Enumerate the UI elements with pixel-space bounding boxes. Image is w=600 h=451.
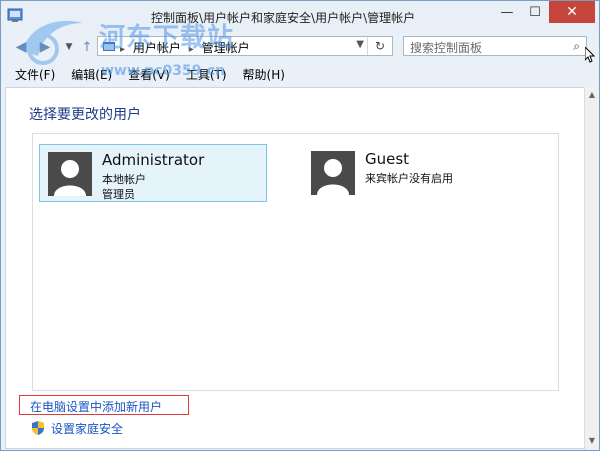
vertical-scrollbar[interactable]: ▲ ▼ [584, 87, 599, 447]
menu-help[interactable]: 帮助(H) [243, 66, 285, 83]
breadcrumb-separator-icon[interactable]: ▸ [120, 44, 125, 55]
control-panel-window: 控制面板\用户帐户和家庭安全\用户帐户\管理帐户 — ☐ ✕ ◀ ▶ ▼ ↑ ▸… [0, 0, 600, 451]
scroll-down-icon[interactable]: ▼ [585, 433, 599, 447]
window-controls: — ☐ ✕ [493, 1, 595, 23]
menu-file[interactable]: 文件(F) [15, 66, 55, 83]
back-arrow-icon[interactable]: ◀ [11, 37, 31, 57]
mouse-cursor-icon [585, 47, 595, 63]
user-status: 来宾帐户没有启用 [365, 172, 453, 185]
breadcrumb-item[interactable]: 管理帐户 [202, 41, 250, 55]
breadcrumb: ▸ 用户帐户 ▸ 管理帐户 [120, 39, 254, 56]
user-avatar-icon [311, 151, 355, 195]
user-list-panel: Administrator 本地帐户 管理员 Guest 来宾帐户没有启用 [32, 133, 559, 391]
add-new-user-link[interactable]: 在电脑设置中添加新用户 [19, 395, 189, 415]
up-arrow-icon[interactable]: ↑ [77, 37, 97, 57]
family-safety-row[interactable]: 设置家庭安全 [31, 419, 123, 437]
menu-edit[interactable]: 编辑(E) [71, 66, 112, 83]
shield-icon [32, 421, 44, 435]
breadcrumb-item[interactable]: 用户帐户 [133, 41, 181, 55]
address-bar[interactable]: ▸ 用户帐户 ▸ 管理帐户 ▼ ↻ [97, 36, 393, 56]
control-panel-icon [7, 8, 23, 22]
page-title: 选择要更改的用户 [29, 107, 141, 123]
maximize-button[interactable]: ☐ [521, 1, 549, 23]
user-role: 管理员 [102, 188, 135, 201]
address-dropdown-icon[interactable]: ▼ [356, 39, 364, 50]
menu-tools[interactable]: 工具(T) [186, 66, 227, 83]
user-tile-guest[interactable]: Guest 来宾帐户没有启用 [303, 144, 531, 202]
refresh-icon[interactable]: ↻ [367, 37, 392, 55]
family-safety-link[interactable]: 设置家庭安全 [51, 420, 123, 437]
menu-bar: 文件(F) 编辑(E) 查看(V) 工具(T) 帮助(H) [1, 63, 599, 85]
user-tile-administrator[interactable]: Administrator 本地帐户 管理员 [39, 144, 267, 202]
search-placeholder: 搜索控制面板 [410, 41, 483, 55]
window-title: 控制面板\用户帐户和家庭安全\用户帐户\管理帐户 [151, 11, 416, 25]
recent-pages-icon[interactable]: ▼ [59, 37, 79, 57]
search-icon[interactable]: ⌕ [573, 39, 580, 54]
close-button[interactable]: ✕ [549, 1, 595, 23]
forward-arrow-icon[interactable]: ▶ [35, 37, 55, 57]
scroll-up-icon[interactable]: ▲ [585, 87, 599, 101]
title-bar: 控制面板\用户帐户和家庭安全\用户帐户\管理帐户 — ☐ ✕ [1, 1, 599, 33]
user-account-type: 本地帐户 [102, 173, 146, 186]
user-name: Administrator [102, 151, 205, 169]
minimize-button[interactable]: — [493, 1, 521, 23]
user-avatar-icon [48, 152, 92, 196]
address-row: ◀ ▶ ▼ ↑ ▸ 用户帐户 ▸ 管理帐户 ▼ ↻ 搜索控制面板 ⌕ [1, 33, 599, 61]
folder-icon [103, 42, 115, 51]
search-input[interactable]: 搜索控制面板 ⌕ [403, 36, 587, 56]
breadcrumb-separator-icon[interactable]: ▸ [189, 44, 194, 55]
user-name: Guest [365, 150, 410, 168]
menu-view[interactable]: 查看(V) [128, 66, 170, 83]
